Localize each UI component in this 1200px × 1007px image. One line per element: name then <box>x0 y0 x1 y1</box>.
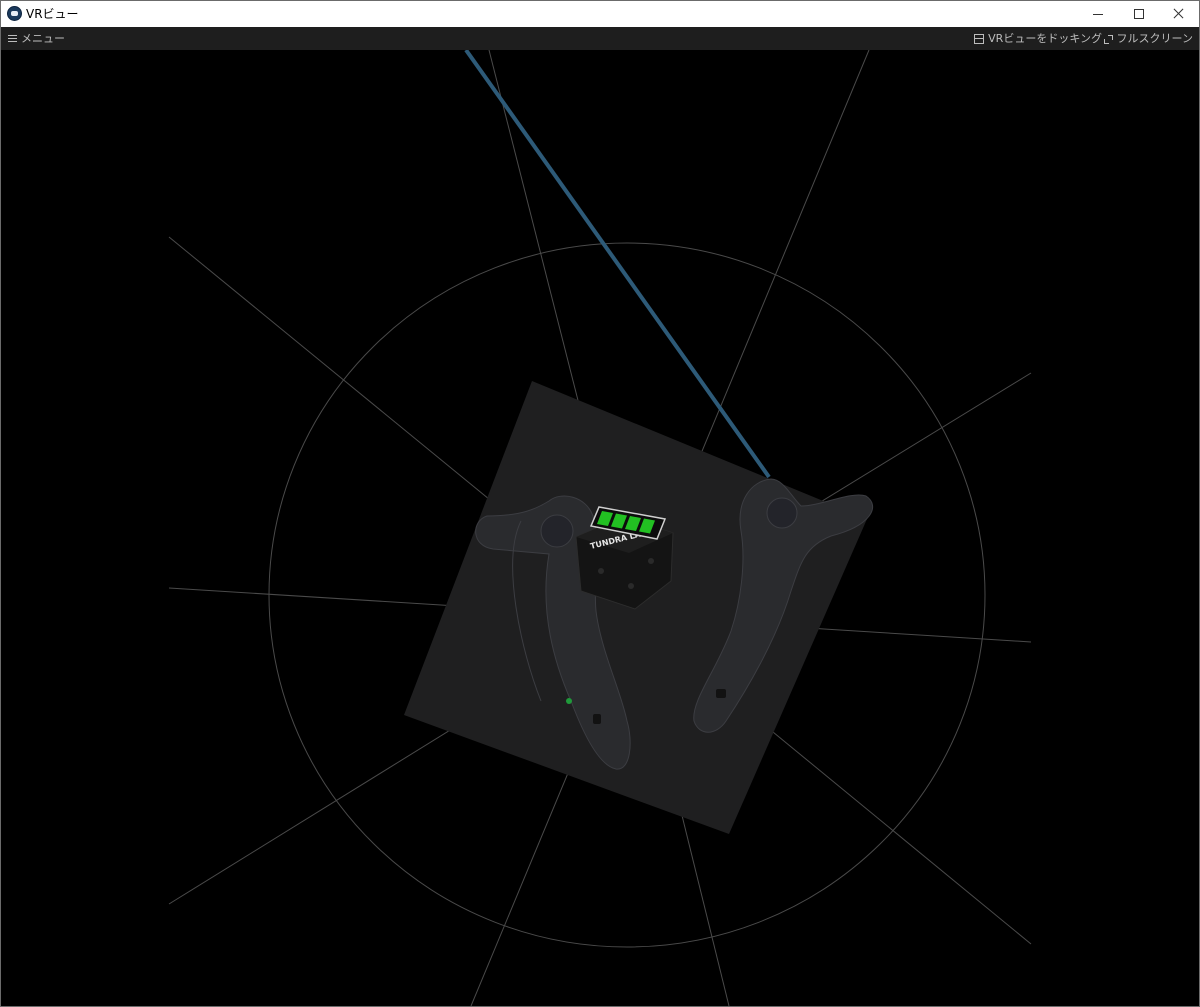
dock-icon <box>974 34 985 44</box>
hamburger-icon <box>8 35 17 43</box>
toolbar: メニュー VRビューをドッキング フルスクリーン <box>1 27 1199 50</box>
menu-label: メニュー <box>21 32 65 45</box>
vr-view-window: VRビュー メニュー VRビューをドッキング フルスクリーン TUNDRA LA… <box>0 0 1200 1007</box>
vr-view-app-icon <box>7 6 22 21</box>
close-button[interactable] <box>1159 1 1199 27</box>
dock-vr-view-button[interactable]: VRビューをドッキング <box>974 31 1102 47</box>
vr-viewport[interactable]: TUNDRA LABS <box>1 50 1199 1006</box>
title-bar[interactable]: VRビュー <box>1 1 1199 27</box>
dock-label: VRビューをドッキング <box>988 32 1102 45</box>
minimize-button[interactable] <box>1079 1 1119 27</box>
maximize-button[interactable] <box>1119 1 1159 27</box>
window-title: VRビュー <box>26 7 79 21</box>
vr-scene: TUNDRA LABS <box>168 50 1032 1006</box>
controller-laser <box>464 50 771 479</box>
menu-button[interactable]: メニュー <box>8 31 65 47</box>
fullscreen-icon <box>1103 34 1113 44</box>
fullscreen-button[interactable]: フルスクリーン <box>1103 31 1193 47</box>
fullscreen-label: フルスクリーン <box>1116 32 1193 45</box>
